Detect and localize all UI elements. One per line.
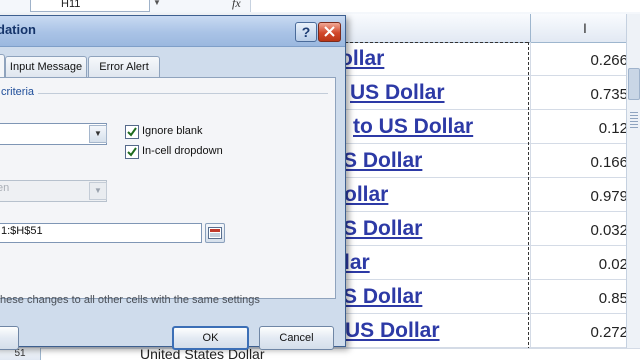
checkmark-icon (127, 127, 137, 137)
rate-value[interactable]: 0.979 (590, 188, 628, 205)
currency-link[interactable]: ollar (344, 183, 388, 207)
clear-all-button[interactable] (0, 326, 19, 350)
currency-link[interactable]: lar (344, 251, 370, 275)
section-divider (38, 93, 328, 94)
name-box[interactable]: H11 (30, 0, 150, 12)
ok-button[interactable]: OK (172, 326, 249, 350)
copy-selection-border-top (340, 42, 528, 43)
tab-input-message[interactable]: Input Message (5, 56, 87, 77)
name-box-dropdown-icon[interactable]: ▼ (152, 0, 162, 12)
currency-link[interactable]: US Dollar (345, 319, 440, 343)
apply-to-all-label[interactable]: these changes to all other cells with th… (0, 294, 260, 306)
column-divider (530, 42, 531, 360)
in-cell-dropdown-label[interactable]: In-cell dropdown (142, 145, 223, 157)
tab-error-alert[interactable]: Error Alert (88, 56, 160, 77)
rate-value[interactable]: 0.735 (590, 86, 628, 103)
currency-link[interactable]: S Dollar (343, 285, 422, 309)
close-icon (324, 26, 335, 37)
help-button[interactable]: ? (295, 22, 317, 42)
source-value[interactable]: 1:$H$51 (1, 225, 43, 237)
data-validation-dialog: dation ? Input Message Error Alert crite… (0, 15, 346, 350)
column-header-i[interactable]: I (583, 20, 587, 36)
rate-value[interactable]: 0.166 (590, 154, 628, 171)
chevron-down-icon: ▼ (89, 182, 107, 200)
insert-function-icon[interactable]: fx (232, 0, 241, 12)
dialog-title: dation (0, 22, 36, 37)
checkmark-icon (127, 147, 137, 157)
scrollbar-thumb[interactable] (628, 68, 640, 100)
rate-value[interactable]: 0.85 (599, 290, 628, 307)
range-select-icon (208, 227, 222, 239)
scrollbar-grip-icon[interactable] (630, 112, 638, 130)
currency-link[interactable]: ollar (340, 47, 384, 71)
formula-input[interactable] (250, 0, 640, 12)
rate-value[interactable]: 0.272 (590, 324, 628, 341)
cancel-button[interactable]: Cancel (259, 326, 334, 350)
currency-link[interactable]: S Dollar (343, 149, 422, 173)
rate-value[interactable]: 0.266 (590, 52, 628, 69)
ignore-blank-label[interactable]: Ignore blank (142, 125, 203, 137)
close-button[interactable] (318, 22, 341, 42)
rate-value[interactable]: 0.02 (599, 256, 628, 273)
settings-panel: criteria ▼ Ignore blank In-cell dropdown… (0, 77, 336, 299)
in-cell-dropdown-checkbox[interactable] (125, 145, 139, 159)
chevron-down-icon[interactable]: ▼ (89, 125, 107, 143)
currency-link[interactable]: US Dollar (350, 81, 445, 105)
rate-value[interactable]: 0.12 (599, 120, 628, 137)
criteria-section-label: criteria (1, 86, 35, 98)
data-select-value: en (0, 182, 10, 194)
column-header-divider (530, 14, 531, 42)
tab-row: Input Message Error Alert (0, 54, 345, 78)
currency-link[interactable]: to US Dollar (353, 115, 473, 139)
ignore-blank-checkbox[interactable] (125, 125, 139, 139)
currency-link[interactable]: S Dollar (343, 217, 422, 241)
collapse-dialog-button[interactable] (205, 223, 225, 243)
vertical-scrollbar[interactable] (626, 14, 640, 360)
dialog-title-bar[interactable]: dation ? (0, 16, 345, 47)
copy-selection-border (528, 42, 529, 360)
rate-value[interactable]: 0.032 (590, 222, 628, 239)
